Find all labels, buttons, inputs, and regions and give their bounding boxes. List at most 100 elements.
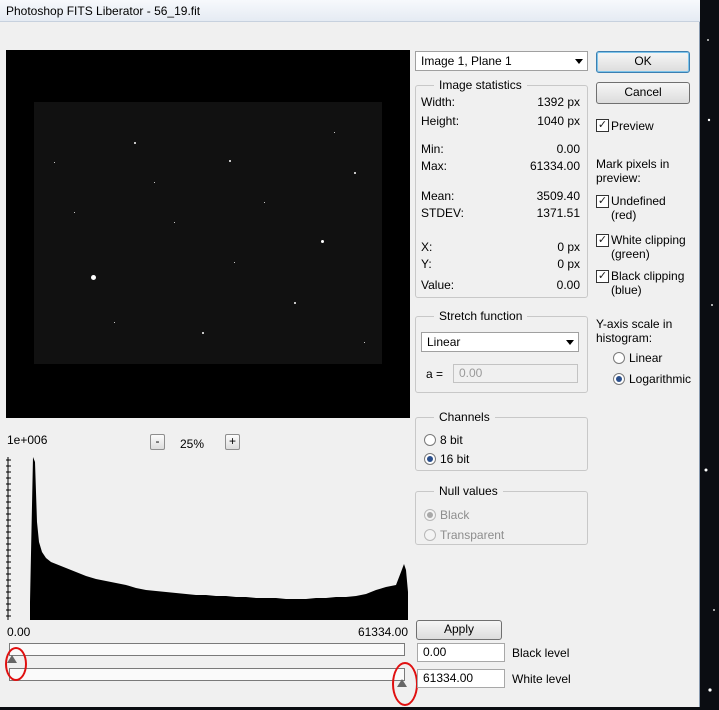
black-clipping-label-line1: Black clipping [611, 269, 685, 283]
histogram-xmax-label: 61334.00 [357, 625, 408, 639]
y-value: 0 px [557, 257, 580, 271]
star [134, 142, 136, 144]
pixel-value: 0.00 [556, 278, 580, 292]
yaxis-linear-label: Linear [629, 351, 663, 365]
star [202, 332, 204, 334]
null-values-title: Null values [434, 484, 503, 498]
null-black-label: Black [440, 508, 470, 522]
histogram[interactable] [6, 452, 410, 620]
min-label: Min: [421, 142, 444, 156]
yaxis-heading-line2: histogram: [596, 331, 653, 345]
height-label: Height: [421, 114, 460, 128]
channels-8bit-label: 8 bit [440, 433, 463, 447]
black-clipping-label-line2: (blue) [611, 283, 642, 297]
mean-value: 3509.40 [536, 189, 580, 203]
mark-pixels-heading-line2: preview: [596, 171, 641, 185]
preview-checkbox[interactable]: ✓ [596, 119, 609, 132]
star [321, 240, 324, 243]
star [54, 162, 55, 163]
stdev-label: STDEV: [421, 206, 464, 220]
preview-image[interactable] [34, 102, 382, 364]
white-clipping-checkbox[interactable]: ✓ [596, 234, 609, 247]
star [174, 222, 175, 223]
black-clipping-checkbox[interactable]: ✓ [596, 270, 609, 283]
black-level-field[interactable]: 0.00 [417, 643, 505, 662]
checkmark-icon: ✓ [597, 195, 608, 207]
y-label: Y: [421, 257, 432, 271]
white-clipping-label-line1: White clipping [611, 233, 686, 247]
height-value: 1040 px [537, 114, 580, 128]
title-bar: Photoshop FITS Liberator - 56_19.fit [0, 0, 700, 22]
width-label: Width: [421, 95, 456, 109]
null-transparent-radio[interactable] [424, 529, 436, 541]
width-value: 1392 px [537, 95, 580, 109]
white-level-slider[interactable] [9, 668, 405, 681]
star [354, 172, 356, 174]
histogram-curve [30, 457, 408, 620]
stretch-function-select[interactable]: Linear [421, 332, 579, 352]
star [364, 342, 365, 343]
image-plane-select[interactable]: Image 1, Plane 1 [415, 51, 588, 71]
star [264, 202, 265, 203]
zoom-out-button[interactable]: - [150, 434, 165, 450]
x-value: 0 px [557, 240, 580, 254]
cancel-button[interactable]: Cancel [596, 82, 690, 104]
ok-button[interactable]: OK [596, 51, 690, 73]
chevron-down-icon [566, 340, 574, 345]
image-plane-value: Image 1, Plane 1 [421, 54, 512, 68]
channels-title: Channels [434, 410, 495, 424]
white-level-label: White level [512, 672, 571, 686]
mean-label: Mean: [421, 189, 455, 203]
undefined-checkbox[interactable]: ✓ [596, 195, 609, 208]
pixel-value-label: Value: [421, 278, 455, 292]
fits-liberator-dialog: Photoshop FITS Liberator - 56_19.fit Ima… [0, 0, 700, 707]
histogram-xmin-label: 0.00 [7, 625, 31, 639]
preview-pane[interactable] [6, 50, 410, 418]
mark-pixels-heading-line1: Mark pixels in [596, 157, 670, 171]
star [74, 212, 75, 213]
star [334, 132, 335, 133]
stretch-function-title: Stretch function [434, 309, 528, 323]
white-clipping-label-line2: (green) [611, 247, 650, 261]
image-statistics-title: Image statistics [434, 78, 527, 92]
max-value: 61334.00 [529, 159, 580, 173]
channels-16bit-label: 16 bit [440, 452, 470, 466]
min-value: 0.00 [556, 142, 580, 156]
null-black-radio[interactable] [424, 509, 436, 521]
yaxis-linear-radio[interactable] [613, 352, 625, 364]
star [91, 275, 96, 280]
stretch-function-value: Linear [427, 335, 461, 349]
black-level-highlight-circle [5, 647, 27, 681]
black-level-slider[interactable] [9, 643, 405, 656]
star [114, 322, 115, 323]
white-level-field[interactable]: 61334.00 [417, 669, 505, 688]
checkmark-icon: ✓ [597, 234, 608, 246]
white-level-highlight-circle [392, 662, 418, 706]
zoom-level: 25% [180, 437, 205, 451]
stdev-value: 1371.51 [536, 206, 580, 220]
a-parameter-field[interactable]: 0.00 [453, 364, 578, 383]
yaxis-heading-line1: Y-axis scale in [596, 317, 673, 331]
preview-label: Preview [611, 119, 654, 133]
star [229, 160, 231, 162]
max-label: Max: [421, 159, 448, 173]
yaxis-logarithmic-radio[interactable] [613, 373, 625, 385]
yaxis-logarithmic-label: Logarithmic [629, 372, 692, 386]
star [294, 302, 296, 304]
star [234, 262, 235, 263]
window-title: Photoshop FITS Liberator - 56_19.fit [6, 4, 201, 18]
x-label: X: [421, 240, 433, 254]
apply-button[interactable]: Apply [416, 620, 502, 640]
black-level-label: Black level [512, 646, 570, 660]
channels-8bit-radio[interactable] [424, 434, 436, 446]
zoom-in-button[interactable]: + [225, 434, 240, 450]
a-parameter-label: a = [426, 367, 444, 381]
star [154, 182, 155, 183]
chevron-down-icon [575, 59, 583, 64]
checkmark-icon: ✓ [597, 119, 608, 131]
null-transparent-label: Transparent [440, 528, 505, 542]
channels-16bit-radio[interactable] [424, 453, 436, 465]
undefined-label-line2: (red) [611, 208, 637, 222]
checkmark-icon: ✓ [597, 270, 608, 282]
undefined-label-line1: Undefined [611, 194, 666, 208]
